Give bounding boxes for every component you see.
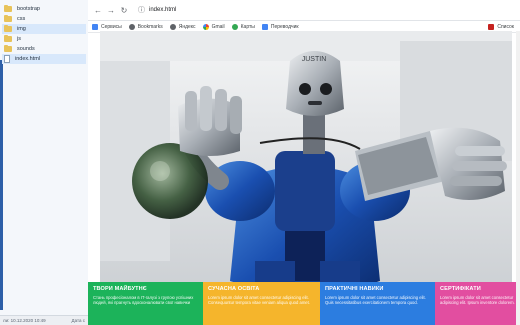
apps-icon [92,23,98,30]
explorer-status-modified: ли: 10.12.2020 10:49 [3,318,46,323]
folder-icon [4,24,12,32]
address-bar[interactable]: index.html [149,7,176,13]
bookmark-bookmarks[interactable]: Bookmarks [128,23,163,30]
explorer-item-css[interactable]: css [2,14,86,24]
explorer-item-label: img [17,26,26,32]
web-page-viewport: JUSTIN ТВОРИ МАЙБУТНЄ Стань професіонало… [88,31,520,325]
feature-card-title: ТВОРИ МАЙБУТНЄ [93,286,147,292]
explorer-file-list: bootstrap css img js sounds index.html [2,4,86,64]
bookmark-gmail[interactable]: Gmail [202,23,225,30]
reload-icon[interactable]: ↻ [119,5,129,15]
feature-card-text: Стань професіоналом в IT-галузі з групою… [93,295,194,306]
explorer-item-label: js [17,36,21,42]
feature-card-text: Lorem ipsum dolor sit amet consectetur a… [440,295,515,306]
reading-list-label: Список [497,23,514,30]
explorer-item-label: bootstrap [17,6,40,12]
bookmark-yandex[interactable]: Яндекс [169,23,196,30]
explorer-item-img[interactable]: img [2,24,86,34]
explorer-item-bootstrap[interactable]: bootstrap [2,4,86,14]
feature-card-certificates[interactable]: СЕРТИФІКАТИ Lorem ipsum dolor sit amet c… [435,282,520,325]
bookmark-label: Карты [240,23,255,30]
globe-icon [128,23,135,30]
explorer-status-date: Дата с [71,318,85,323]
explorer-status-bar: ли: 10.12.2020 10:49 Дата с [0,315,88,325]
page-scrollbar[interactable] [516,31,520,325]
bookmark-apps[interactable]: Сервисы [92,23,122,30]
folder-icon [4,14,12,22]
folder-icon [4,44,12,52]
bookmark-maps[interactable]: Карты [231,23,255,30]
feature-card-title: СУЧАСНА ОСВІТА [208,286,260,292]
folder-icon [4,34,12,42]
google-icon [202,23,209,30]
bookmark-label: Переводчик [270,23,299,30]
explorer-item-index-html[interactable]: index.html [2,54,86,64]
browser-window: ← → ↻ ⓘ index.html Сервисы Bookmarks Янд… [88,0,520,325]
feature-card-education[interactable]: СУЧАСНА ОСВІТА Lorem ipsum dolor sit ame… [203,282,320,325]
explorer-accent-bar [0,60,3,310]
reading-list-icon [488,23,495,30]
html-file-icon [4,55,10,63]
translate-icon [261,23,268,30]
bookmark-translate[interactable]: Переводчик [261,23,299,30]
back-arrow-icon[interactable]: ← [93,5,103,15]
globe-icon [169,23,176,30]
hero-robot-image: JUSTIN [100,31,512,312]
forward-arrow-icon[interactable]: → [106,5,116,15]
svg-text:JUSTIN: JUSTIN [302,56,327,63]
explorer-item-label: index.html [15,56,41,62]
bookmark-label: Bookmarks [137,23,163,30]
explorer-item-label: sounds [17,46,35,52]
bookmark-label: Яндекс [178,23,196,30]
feature-card-future[interactable]: ТВОРИ МАЙБУТНЄ Стань професіоналом в IT-… [88,282,203,325]
feature-card-text: Lorem ipsum dolor sit amet consectetur a… [325,295,426,306]
feature-card-skills[interactable]: ПРАКТИЧНІ НАВИКИ Lorem ipsum dolor sit a… [320,282,435,325]
explorer-item-label: css [17,16,26,22]
feature-cards-row: ТВОРИ МАЙБУТНЄ Стань професіоналом в IT-… [88,282,520,325]
feature-card-title: ПРАКТИЧНІ НАВИКИ [325,286,384,292]
folder-icon [4,4,12,12]
page-info-icon[interactable]: ⓘ [138,5,145,15]
browser-toolbar: ← → ↻ ⓘ index.html [88,0,520,21]
bookmark-label: Сервисы [101,23,122,30]
explorer-item-sounds[interactable]: sounds [2,44,86,54]
feature-card-text: Lorem ipsum dolor sit amet consectetur a… [208,295,310,306]
bookmark-label: Gmail [211,23,225,30]
robot-illustration: JUSTIN [100,31,512,312]
maps-icon [231,23,238,30]
feature-card-title: СЕРТИФІКАТИ [440,286,481,292]
explorer-item-js[interactable]: js [2,34,86,44]
file-explorer-panel: bootstrap css img js sounds index.html л… [0,0,89,325]
